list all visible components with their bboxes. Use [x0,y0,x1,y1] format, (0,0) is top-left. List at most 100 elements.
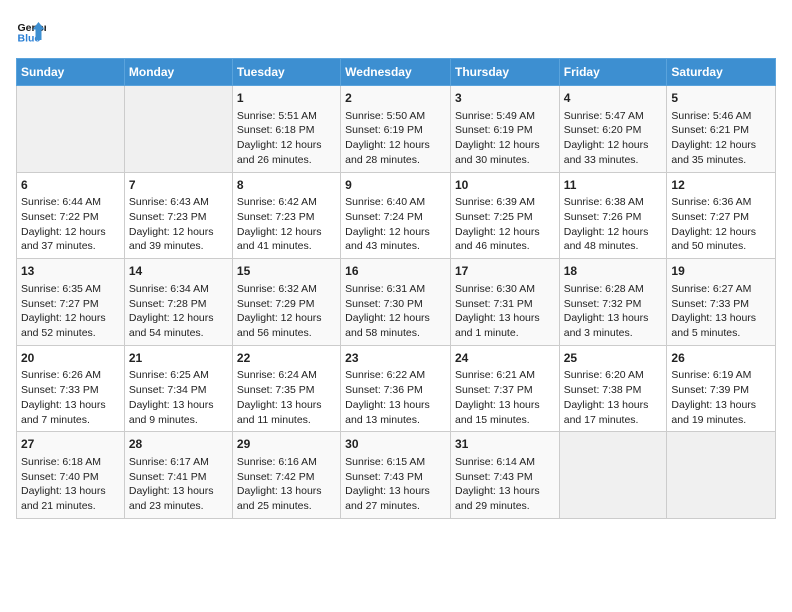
day-cell: 28 Sunrise: 6:17 AM Sunset: 7:41 PM Dayli… [124,432,232,519]
day-number: 19 [671,263,771,280]
day-info: Sunrise: 6:20 AM Sunset: 7:38 PM Dayligh… [564,368,663,427]
day-cell: 17Sunrise: 6:30 AM Sunset: 7:31 PM Dayli… [450,259,559,346]
week-row-4: 20Sunrise: 6:26 AM Sunset: 7:33 PM Dayli… [17,345,776,432]
header-sunday: Sunday [17,59,125,86]
day-number: 7 [129,177,228,194]
day-cell: 4 Sunrise: 5:47 AM Sunset: 6:20 PM Daylig… [559,86,667,173]
day-number: 2 [345,90,446,107]
day-info: Sunrise: 6:40 AM Sunset: 7:24 PM Dayligh… [345,195,446,254]
day-cell: 8Sunrise: 6:42 AM Sunset: 7:23 PM Daylig… [232,172,340,259]
day-number: 31 [455,436,555,453]
calendar-header: SundayMondayTuesdayWednesdayThursdayFrid… [17,59,776,86]
day-cell: 2 Sunrise: 5:50 AM Sunset: 6:19 PM Daylig… [341,86,451,173]
week-row-1: 1 Sunrise: 5:51 AM Sunset: 6:18 PM Daylig… [17,86,776,173]
day-cell: 15 Sunrise: 6:32 AM Sunset: 7:29 PM Dayli… [232,259,340,346]
day-cell: 10Sunrise: 6:39 AM Sunset: 7:25 PM Dayli… [450,172,559,259]
day-number: 29 [237,436,336,453]
day-info: Sunrise: 6:35 AM Sunset: 7:27 PM Dayligh… [21,282,120,341]
day-number: 27 [21,436,120,453]
day-info: Sunrise: 6:34 AM Sunset: 7:28 PM Dayligh… [129,282,228,341]
day-info: Sunrise: 6:28 AM Sunset: 7:32 PM Dayligh… [564,282,663,341]
day-info: Sunrise: 6:26 AM Sunset: 7:33 PM Dayligh… [21,368,120,427]
day-cell: 1 Sunrise: 5:51 AM Sunset: 6:18 PM Daylig… [232,86,340,173]
day-info: Sunrise: 5:46 AM Sunset: 6:21 PM Dayligh… [671,109,771,168]
day-number: 20 [21,350,120,367]
day-cell: 19 Sunrise: 6:27 AM Sunset: 7:33 PM Dayli… [667,259,776,346]
day-cell: 24Sunrise: 6:21 AM Sunset: 7:37 PM Dayli… [450,345,559,432]
day-info: Sunrise: 5:47 AM Sunset: 6:20 PM Dayligh… [564,109,663,168]
day-cell: 29 Sunrise: 6:16 AM Sunset: 7:42 PM Dayli… [232,432,340,519]
day-cell: 11Sunrise: 6:38 AM Sunset: 7:26 PM Dayli… [559,172,667,259]
day-cell: 18Sunrise: 6:28 AM Sunset: 7:32 PM Dayli… [559,259,667,346]
day-number: 28 [129,436,228,453]
day-number: 22 [237,350,336,367]
day-info: Sunrise: 6:39 AM Sunset: 7:25 PM Dayligh… [455,195,555,254]
day-info: Sunrise: 6:21 AM Sunset: 7:37 PM Dayligh… [455,368,555,427]
day-cell [124,86,232,173]
day-info: Sunrise: 6:16 AM Sunset: 7:42 PM Dayligh… [237,455,336,514]
day-number: 3 [455,90,555,107]
day-info: Sunrise: 6:38 AM Sunset: 7:26 PM Dayligh… [564,195,663,254]
day-number: 11 [564,177,663,194]
logo: General Blue [16,16,50,46]
day-cell: 9Sunrise: 6:40 AM Sunset: 7:24 PM Daylig… [341,172,451,259]
day-info: Sunrise: 6:19 AM Sunset: 7:39 PM Dayligh… [671,368,771,427]
logo-icon: General Blue [16,16,46,46]
day-info: Sunrise: 5:49 AM Sunset: 6:19 PM Dayligh… [455,109,555,168]
day-cell: 21Sunrise: 6:25 AM Sunset: 7:34 PM Dayli… [124,345,232,432]
day-cell: 6Sunrise: 6:44 AM Sunset: 7:22 PM Daylig… [17,172,125,259]
day-info: Sunrise: 6:25 AM Sunset: 7:34 PM Dayligh… [129,368,228,427]
day-info: Sunrise: 5:50 AM Sunset: 6:19 PM Dayligh… [345,109,446,168]
day-cell [17,86,125,173]
day-number: 12 [671,177,771,194]
day-cell: 26Sunrise: 6:19 AM Sunset: 7:39 PM Dayli… [667,345,776,432]
header-thursday: Thursday [450,59,559,86]
day-cell: 22Sunrise: 6:24 AM Sunset: 7:35 PM Dayli… [232,345,340,432]
header-monday: Monday [124,59,232,86]
day-cell: 23Sunrise: 6:22 AM Sunset: 7:36 PM Dayli… [341,345,451,432]
day-info: Sunrise: 6:14 AM Sunset: 7:43 PM Dayligh… [455,455,555,514]
day-cell [559,432,667,519]
day-cell: 31 Sunrise: 6:14 AM Sunset: 7:43 PM Dayli… [450,432,559,519]
day-cell: 14Sunrise: 6:34 AM Sunset: 7:28 PM Dayli… [124,259,232,346]
day-number: 8 [237,177,336,194]
day-cell: 30Sunrise: 6:15 AM Sunset: 7:43 PM Dayli… [341,432,451,519]
header-friday: Friday [559,59,667,86]
day-cell: 5 Sunrise: 5:46 AM Sunset: 6:21 PM Daylig… [667,86,776,173]
day-info: Sunrise: 6:32 AM Sunset: 7:29 PM Dayligh… [237,282,336,341]
day-info: Sunrise: 6:27 AM Sunset: 7:33 PM Dayligh… [671,282,771,341]
day-info: Sunrise: 6:44 AM Sunset: 7:22 PM Dayligh… [21,195,120,254]
day-number: 10 [455,177,555,194]
day-number: 15 [237,263,336,280]
week-row-2: 6Sunrise: 6:44 AM Sunset: 7:22 PM Daylig… [17,172,776,259]
day-number: 5 [671,90,771,107]
day-number: 24 [455,350,555,367]
day-info: Sunrise: 5:51 AM Sunset: 6:18 PM Dayligh… [237,109,336,168]
day-cell: 20Sunrise: 6:26 AM Sunset: 7:33 PM Dayli… [17,345,125,432]
day-cell: 7Sunrise: 6:43 AM Sunset: 7:23 PM Daylig… [124,172,232,259]
day-number: 4 [564,90,663,107]
day-number: 23 [345,350,446,367]
day-cell [667,432,776,519]
day-cell: 16 Sunrise: 6:31 AM Sunset: 7:30 PM Dayli… [341,259,451,346]
day-number: 21 [129,350,228,367]
day-info: Sunrise: 6:15 AM Sunset: 7:43 PM Dayligh… [345,455,446,514]
calendar-body: 1 Sunrise: 5:51 AM Sunset: 6:18 PM Daylig… [17,86,776,519]
day-info: Sunrise: 6:17 AM Sunset: 7:41 PM Dayligh… [129,455,228,514]
day-number: 1 [237,90,336,107]
header-saturday: Saturday [667,59,776,86]
page-header: General Blue [16,16,776,46]
day-cell: 25Sunrise: 6:20 AM Sunset: 7:38 PM Dayli… [559,345,667,432]
header-tuesday: Tuesday [232,59,340,86]
day-info: Sunrise: 6:43 AM Sunset: 7:23 PM Dayligh… [129,195,228,254]
day-info: Sunrise: 6:22 AM Sunset: 7:36 PM Dayligh… [345,368,446,427]
day-number: 25 [564,350,663,367]
day-number: 16 [345,263,446,280]
day-number: 26 [671,350,771,367]
day-info: Sunrise: 6:31 AM Sunset: 7:30 PM Dayligh… [345,282,446,341]
day-number: 13 [21,263,120,280]
day-info: Sunrise: 6:24 AM Sunset: 7:35 PM Dayligh… [237,368,336,427]
day-cell: 3 Sunrise: 5:49 AM Sunset: 6:19 PM Daylig… [450,86,559,173]
day-info: Sunrise: 6:30 AM Sunset: 7:31 PM Dayligh… [455,282,555,341]
day-number: 6 [21,177,120,194]
